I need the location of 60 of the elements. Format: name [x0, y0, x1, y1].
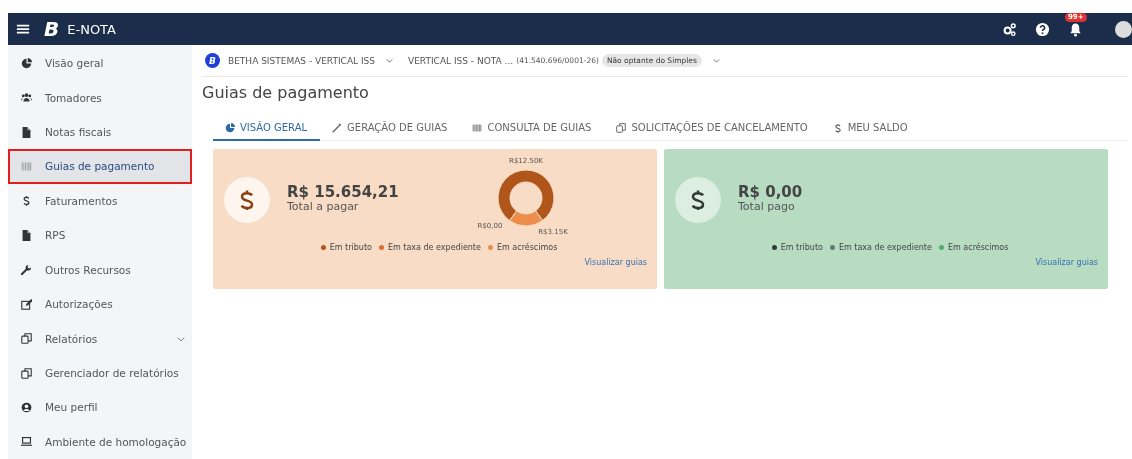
dollar-icon	[21, 195, 32, 207]
legend-label: Em tributo	[329, 243, 372, 252]
amount: R$ 15.654,21	[287, 184, 400, 201]
page-title: Guias de pagamento	[202, 83, 370, 104]
edit-icon	[21, 298, 32, 310]
help-icon[interactable]	[1035, 21, 1050, 37]
sidebar-item[interactable]: RPS	[8, 218, 192, 253]
chevron-down-icon	[385, 56, 394, 65]
view-link[interactable]: Visualizar guias	[1035, 258, 1098, 267]
wrench-icon	[21, 264, 32, 276]
sidebar-item[interactable]: Meu perfil	[8, 390, 192, 425]
pie-chart-icon	[21, 57, 32, 69]
document-icon	[21, 229, 32, 241]
user-circle-icon	[21, 401, 32, 413]
sidebar-item[interactable]: Faturamentos	[8, 183, 192, 219]
barcode-icon	[21, 160, 32, 172]
barcode-icon	[472, 122, 483, 133]
sidebar-item[interactable]: Autorizações	[8, 286, 192, 322]
gears-icon[interactable]	[1002, 21, 1017, 37]
avatar[interactable]	[1115, 20, 1132, 38]
logo: B	[44, 19, 60, 39]
bell-icon[interactable]	[1068, 21, 1083, 37]
amount: R$ 0,00	[738, 184, 804, 201]
sidebar-item[interactable]: Visão geral	[8, 46, 192, 81]
legend-label: Em taxa de expediente	[838, 243, 932, 252]
view-link[interactable]: Visualizar guias	[584, 258, 647, 267]
users-icon	[21, 92, 32, 104]
legend-label: Em tributo	[780, 243, 823, 252]
document-icon	[21, 126, 32, 138]
sidebar-item[interactable]: Ambiente de homologação	[8, 424, 192, 459]
laptop-icon	[21, 436, 32, 448]
amount-caption: Total a pagar	[287, 200, 360, 212]
dollar-icon	[224, 177, 270, 223]
legend-label: Em acréscimos	[947, 243, 1009, 252]
wand-icon	[332, 122, 343, 133]
sidebar-item[interactable]: Tomadores	[8, 80, 192, 115]
copy-icon	[21, 333, 32, 345]
tab[interactable]: VISÃO GERAL	[213, 116, 321, 141]
dollar-icon	[675, 177, 721, 223]
dollar-icon	[832, 122, 843, 133]
sidebar-item[interactable]: Outros Recursos	[8, 252, 192, 287]
sidebar-item[interactable]: Relatórios	[8, 321, 192, 356]
pie-chart-icon	[225, 122, 235, 133]
legend-label: Em taxa de expediente	[387, 243, 481, 252]
tab[interactable]: MEU SALDO	[820, 116, 921, 141]
legend-label: Em acréscimos	[496, 243, 558, 252]
sidebar-item[interactable]: Guias de pagamento	[8, 149, 192, 184]
tab[interactable]: SOLICITAÇÕES DE CANCELAMENTO	[604, 116, 821, 141]
sidebar-item[interactable]: Gerenciador de relatórios	[8, 355, 192, 391]
tab[interactable]: GERAÇÃO DE GUIAS	[320, 116, 461, 141]
copy-icon	[616, 122, 627, 133]
copy-icon	[21, 367, 32, 379]
chevron-down-icon	[711, 56, 721, 65]
tab[interactable]: CONSULTA DE GUIAS	[460, 116, 605, 141]
company-name: VERTICAL ISS - NOTA ...	[408, 55, 514, 66]
entity-logo: B	[205, 53, 220, 68]
app-title: E-NOTA	[67, 21, 116, 37]
amount-caption: Total pago	[738, 200, 796, 212]
sidebar-item[interactable]: Notas fiscais	[8, 114, 192, 150]
menu-icon[interactable]	[16, 22, 30, 36]
